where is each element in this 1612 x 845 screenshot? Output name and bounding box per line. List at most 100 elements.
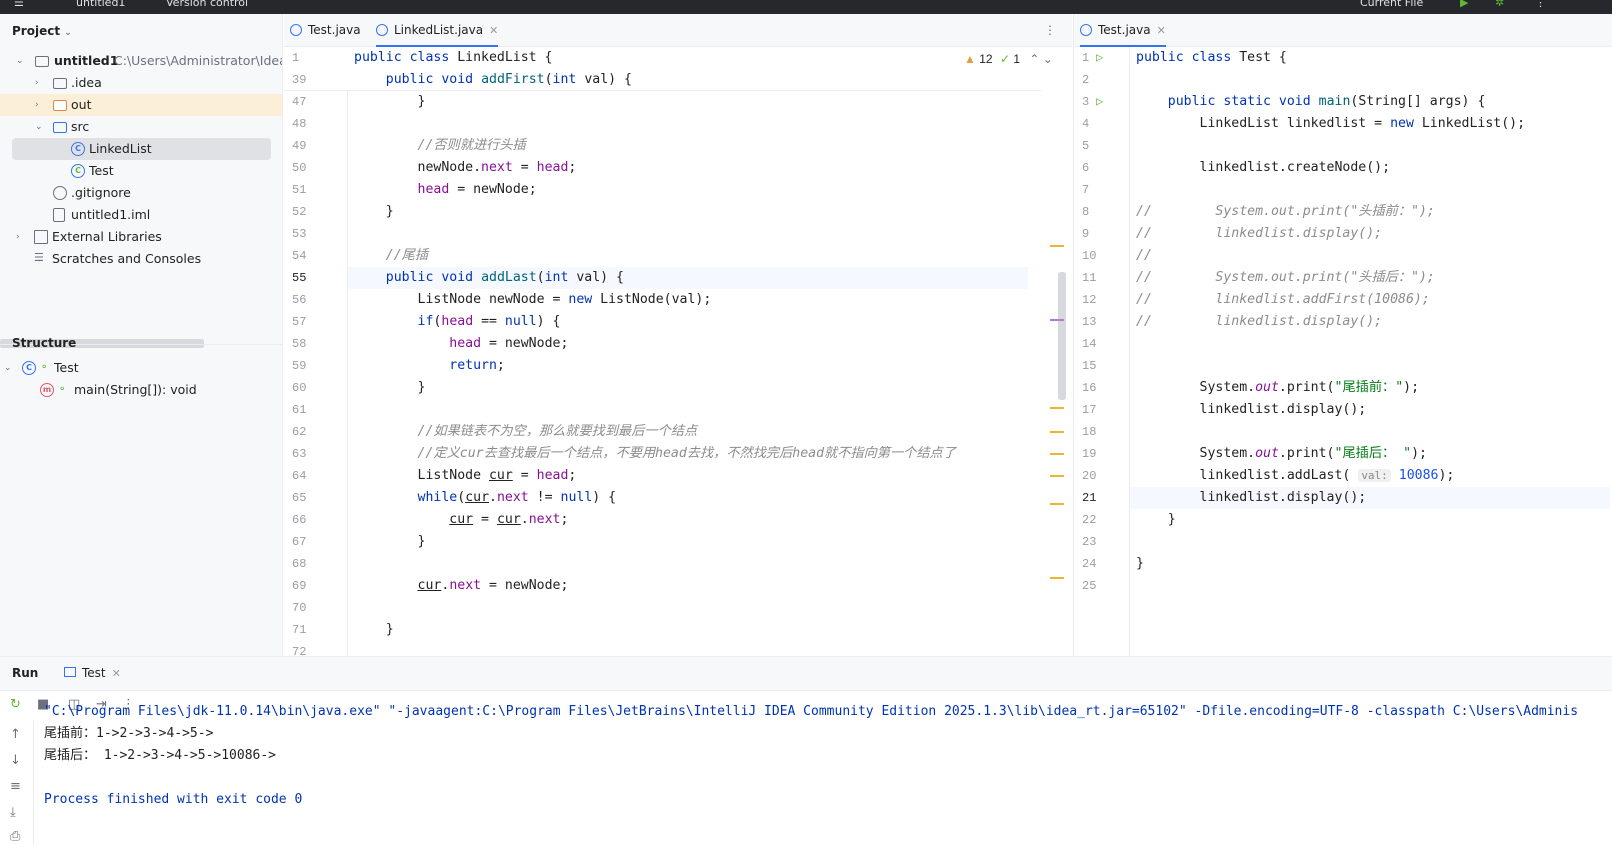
change-marker[interactable] xyxy=(1050,319,1064,321)
tree-item-test[interactable]: C Test xyxy=(0,160,282,182)
right-editor-tabs: Test.java ✕ xyxy=(1073,14,1612,47)
code-line[interactable]: } xyxy=(1136,553,1144,575)
run-gutter-icon[interactable]: ▷ xyxy=(1096,94,1103,108)
line-number: 11 xyxy=(1082,271,1097,285)
structure-panel-title[interactable]: Structure xyxy=(12,336,76,350)
main-menu-icon[interactable]: ☰ xyxy=(14,0,24,9)
project-switcher[interactable]: untitled1 xyxy=(76,0,125,9)
class-icon: C xyxy=(71,142,85,156)
code-line[interactable]: linkedlist.createNode(); xyxy=(1136,157,1391,179)
code-line[interactable]: } xyxy=(1136,509,1176,531)
tree-item-linkedlist[interactable]: C LinkedList xyxy=(12,138,271,160)
code-line[interactable]: // linkedlist.display(); xyxy=(1136,311,1382,333)
tree-item-external-libraries[interactable]: › External Libraries xyxy=(0,226,282,248)
structure-item-method[interactable]: m ⚬ main(String[]): void xyxy=(0,379,282,401)
tree-item-iml[interactable]: untitled1.iml xyxy=(0,204,282,226)
warning-marker[interactable] xyxy=(1050,577,1064,579)
tree-root[interactable]: ⌄ untitled1 C:\Users\Administrator\IdeaP xyxy=(0,50,282,72)
rerun-icon[interactable]: ↻ xyxy=(10,697,21,712)
code-line[interactable]: // linkedlist.addFirst(10086); xyxy=(1136,289,1430,311)
code-line[interactable]: head = newNode; xyxy=(354,333,568,355)
code-line[interactable]: public class LinkedList { xyxy=(354,47,553,69)
close-icon[interactable]: ✕ xyxy=(489,24,498,37)
warning-marker[interactable] xyxy=(1050,407,1064,409)
code-line[interactable]: while(cur.next != null) { xyxy=(354,487,617,509)
code-line[interactable]: //定义cur去查找最后一个结点，不要用head去找，不然找完后head就不指向… xyxy=(354,443,956,465)
run-icon[interactable]: ▶ xyxy=(1460,0,1468,9)
warning-marker[interactable] xyxy=(1050,503,1064,505)
warning-marker[interactable] xyxy=(1050,475,1064,477)
tab-test-java-right[interactable]: Test.java ✕ xyxy=(1080,14,1166,47)
tree-item-src[interactable]: ⌄ src xyxy=(0,116,282,138)
code-line[interactable]: public void addFirst(int val) { xyxy=(354,69,632,91)
code-line[interactable]: } xyxy=(354,91,426,113)
line-number: 12 xyxy=(1082,293,1097,307)
inspection-widget[interactable]: ▲ 12 ✓ 1 ⌃ ⌄ xyxy=(964,52,1053,66)
warning-marker[interactable] xyxy=(1050,453,1064,455)
tree-item-idea[interactable]: › .idea xyxy=(0,72,282,94)
soft-wrap-icon[interactable]: ≡ xyxy=(10,779,21,794)
code-line[interactable]: // System.out.print("头插前："); xyxy=(1136,201,1435,223)
code-line[interactable]: ListNode cur = head; xyxy=(354,465,577,487)
left-editor[interactable]: 47 } 48 49 //否则就进行头插 50 newNode.next = head… xyxy=(284,47,1072,656)
root-path: C:\Users\Administrator\IdeaP xyxy=(114,53,282,68)
project-panel-title[interactable]: Project ⌄ xyxy=(12,24,72,38)
vertical-scrollbar[interactable] xyxy=(1058,272,1066,400)
code-line[interactable]: linkedlist.display(); xyxy=(1136,487,1367,509)
code-line[interactable]: ListNode newNode = new ListNode(val); xyxy=(354,289,712,311)
more-icon[interactable]: ⋮ xyxy=(1535,0,1546,9)
code-line[interactable]: linkedlist.display(); xyxy=(1136,399,1367,421)
warning-marker[interactable] xyxy=(1050,431,1064,433)
code-line[interactable]: } xyxy=(354,201,394,223)
code-line[interactable]: System.out.print("尾插前："); xyxy=(1136,377,1420,399)
run-tab-test[interactable]: Test ✕ xyxy=(64,666,121,680)
warning-marker[interactable] xyxy=(1050,245,1064,247)
code-line[interactable]: public class Test { xyxy=(1136,47,1287,69)
code-line[interactable]: //否则就进行头插 xyxy=(354,135,526,157)
chevron-right-icon[interactable]: › xyxy=(16,226,24,248)
structure-item-class[interactable]: ⌄ C ⚬ Test xyxy=(0,357,282,379)
chevron-down-icon[interactable]: ⌄ xyxy=(16,50,24,72)
close-icon[interactable]: ✕ xyxy=(112,667,121,680)
debug-icon[interactable]: ✲ xyxy=(1495,0,1504,9)
code-line[interactable]: //如果链表不为空，那么就要找到最后一个结点 xyxy=(354,421,698,443)
code-line[interactable]: } xyxy=(354,377,426,399)
code-line[interactable]: public static void main(String[] args) { xyxy=(1136,91,1486,113)
code-line[interactable]: //尾插 xyxy=(354,245,428,267)
scroll-to-end-icon[interactable]: ⤓ xyxy=(10,805,16,820)
chevron-down-icon[interactable]: ⌄ xyxy=(35,116,43,138)
chevron-right-icon[interactable]: › xyxy=(35,94,43,116)
code-line[interactable]: linkedlist.addLast( val: 10086); xyxy=(1136,465,1455,487)
tree-item-scratches[interactable]: ☰ Scratches and Consoles xyxy=(0,248,282,270)
tab-test-java[interactable]: Test.java xyxy=(290,14,361,47)
up-arrow-icon[interactable]: ↑ xyxy=(10,727,21,742)
code-line[interactable]: } xyxy=(354,619,394,641)
print-icon[interactable]: ⎙ xyxy=(10,829,20,844)
code-line[interactable]: public void addLast(int val) { xyxy=(354,267,624,289)
close-icon[interactable]: ✕ xyxy=(1157,24,1166,37)
code-line[interactable]: // System.out.print("头插后："); xyxy=(1136,267,1435,289)
code-line[interactable]: // xyxy=(1136,245,1152,267)
run-title[interactable]: Run xyxy=(12,666,38,680)
code-line[interactable]: cur = cur.next; xyxy=(354,509,568,531)
chevron-right-icon[interactable]: › xyxy=(35,72,43,94)
code-line[interactable]: if(head == null) { xyxy=(354,311,561,333)
tab-linkedlist-java[interactable]: LinkedList.java ✕ xyxy=(376,14,499,47)
tree-item-out[interactable]: › out xyxy=(0,94,282,116)
code-line[interactable]: // linkedlist.display(); xyxy=(1136,223,1382,245)
right-editor[interactable]: 1 ▷ public class Test {2 3 ▷ public static v… xyxy=(1073,47,1612,656)
tree-item-gitignore[interactable]: .gitignore xyxy=(0,182,282,204)
code-line[interactable]: newNode.next = head; xyxy=(354,157,577,179)
code-line[interactable]: cur.next = newNode; xyxy=(354,575,569,597)
code-line[interactable]: } xyxy=(354,531,426,553)
code-line[interactable]: System.out.print("尾插后： "); xyxy=(1136,443,1427,465)
code-line[interactable]: head = newNode; xyxy=(354,179,537,201)
run-config-selector[interactable]: Current File xyxy=(1360,0,1423,9)
code-line[interactable]: LinkedList linkedlist = new LinkedList()… xyxy=(1136,113,1526,135)
down-arrow-icon[interactable]: ↓ xyxy=(10,753,21,768)
code-line[interactable]: return; xyxy=(354,355,505,377)
chevron-down-icon[interactable]: ⌄ xyxy=(4,357,12,379)
tab-options-icon[interactable]: ⋮ xyxy=(1044,14,1056,47)
run-gutter-icon[interactable]: ▷ xyxy=(1096,50,1103,64)
vcs-widget[interactable]: Version control xyxy=(166,0,248,9)
